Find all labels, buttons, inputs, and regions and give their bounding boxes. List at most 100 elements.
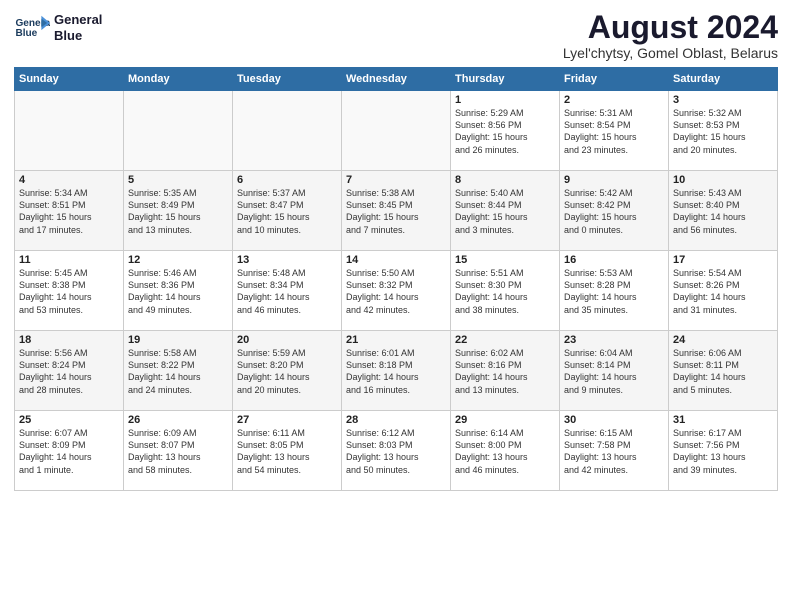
cell-info: Sunrise: 5:56 AM Sunset: 8:24 PM Dayligh…	[19, 347, 119, 396]
day-number: 20	[237, 334, 337, 346]
column-header-wednesday: Wednesday	[342, 68, 451, 91]
day-number: 12	[128, 254, 228, 266]
calendar-cell: 30Sunrise: 6:15 AM Sunset: 7:58 PM Dayli…	[560, 411, 669, 491]
calendar-cell: 9Sunrise: 5:42 AM Sunset: 8:42 PM Daylig…	[560, 171, 669, 251]
calendar-cell: 11Sunrise: 5:45 AM Sunset: 8:38 PM Dayli…	[15, 251, 124, 331]
day-number: 30	[564, 414, 664, 426]
day-number: 21	[346, 334, 446, 346]
day-number: 28	[346, 414, 446, 426]
calendar-table: SundayMondayTuesdayWednesdayThursdayFrid…	[14, 67, 778, 491]
cell-info: Sunrise: 6:02 AM Sunset: 8:16 PM Dayligh…	[455, 347, 555, 396]
cell-info: Sunrise: 6:17 AM Sunset: 7:56 PM Dayligh…	[673, 427, 773, 476]
column-header-saturday: Saturday	[669, 68, 778, 91]
column-header-monday: Monday	[124, 68, 233, 91]
column-header-tuesday: Tuesday	[233, 68, 342, 91]
cell-info: Sunrise: 5:43 AM Sunset: 8:40 PM Dayligh…	[673, 187, 773, 236]
week-row-5: 25Sunrise: 6:07 AM Sunset: 8:09 PM Dayli…	[15, 411, 778, 491]
cell-info: Sunrise: 5:48 AM Sunset: 8:34 PM Dayligh…	[237, 267, 337, 316]
day-number: 13	[237, 254, 337, 266]
cell-info: Sunrise: 6:04 AM Sunset: 8:14 PM Dayligh…	[564, 347, 664, 396]
cell-info: Sunrise: 6:07 AM Sunset: 8:09 PM Dayligh…	[19, 427, 119, 476]
cell-info: Sunrise: 5:53 AM Sunset: 8:28 PM Dayligh…	[564, 267, 664, 316]
cell-info: Sunrise: 5:59 AM Sunset: 8:20 PM Dayligh…	[237, 347, 337, 396]
cell-info: Sunrise: 5:32 AM Sunset: 8:53 PM Dayligh…	[673, 107, 773, 156]
day-number: 29	[455, 414, 555, 426]
cell-info: Sunrise: 5:45 AM Sunset: 8:38 PM Dayligh…	[19, 267, 119, 316]
calendar-cell: 26Sunrise: 6:09 AM Sunset: 8:07 PM Dayli…	[124, 411, 233, 491]
cell-info: Sunrise: 5:58 AM Sunset: 8:22 PM Dayligh…	[128, 347, 228, 396]
calendar-cell: 16Sunrise: 5:53 AM Sunset: 8:28 PM Dayli…	[560, 251, 669, 331]
calendar-cell: 25Sunrise: 6:07 AM Sunset: 8:09 PM Dayli…	[15, 411, 124, 491]
day-number: 1	[455, 94, 555, 106]
calendar-cell: 23Sunrise: 6:04 AM Sunset: 8:14 PM Dayli…	[560, 331, 669, 411]
main-title: August 2024	[563, 10, 778, 45]
week-row-3: 11Sunrise: 5:45 AM Sunset: 8:38 PM Dayli…	[15, 251, 778, 331]
day-number: 2	[564, 94, 664, 106]
calendar-cell: 1Sunrise: 5:29 AM Sunset: 8:56 PM Daylig…	[451, 91, 560, 171]
cell-info: Sunrise: 6:09 AM Sunset: 8:07 PM Dayligh…	[128, 427, 228, 476]
cell-info: Sunrise: 6:14 AM Sunset: 8:00 PM Dayligh…	[455, 427, 555, 476]
calendar-cell	[124, 91, 233, 171]
calendar-cell: 15Sunrise: 5:51 AM Sunset: 8:30 PM Dayli…	[451, 251, 560, 331]
cell-info: Sunrise: 5:46 AM Sunset: 8:36 PM Dayligh…	[128, 267, 228, 316]
cell-info: Sunrise: 5:34 AM Sunset: 8:51 PM Dayligh…	[19, 187, 119, 236]
day-number: 5	[128, 174, 228, 186]
calendar-cell: 7Sunrise: 5:38 AM Sunset: 8:45 PM Daylig…	[342, 171, 451, 251]
cell-info: Sunrise: 6:15 AM Sunset: 7:58 PM Dayligh…	[564, 427, 664, 476]
calendar-cell: 10Sunrise: 5:43 AM Sunset: 8:40 PM Dayli…	[669, 171, 778, 251]
calendar-cell: 17Sunrise: 5:54 AM Sunset: 8:26 PM Dayli…	[669, 251, 778, 331]
calendar-cell: 29Sunrise: 6:14 AM Sunset: 8:00 PM Dayli…	[451, 411, 560, 491]
title-block: August 2024 Lyel'chytsy, Gomel Oblast, B…	[563, 10, 778, 61]
subtitle: Lyel'chytsy, Gomel Oblast, Belarus	[563, 45, 778, 61]
day-number: 11	[19, 254, 119, 266]
calendar-cell: 6Sunrise: 5:37 AM Sunset: 8:47 PM Daylig…	[233, 171, 342, 251]
calendar-cell: 12Sunrise: 5:46 AM Sunset: 8:36 PM Dayli…	[124, 251, 233, 331]
column-header-thursday: Thursday	[451, 68, 560, 91]
cell-info: Sunrise: 5:51 AM Sunset: 8:30 PM Dayligh…	[455, 267, 555, 316]
calendar-cell: 3Sunrise: 5:32 AM Sunset: 8:53 PM Daylig…	[669, 91, 778, 171]
day-number: 19	[128, 334, 228, 346]
day-number: 18	[19, 334, 119, 346]
logo-icon: General Blue	[14, 10, 50, 46]
day-number: 10	[673, 174, 773, 186]
calendar-cell: 27Sunrise: 6:11 AM Sunset: 8:05 PM Dayli…	[233, 411, 342, 491]
column-header-sunday: Sunday	[15, 68, 124, 91]
day-number: 24	[673, 334, 773, 346]
day-number: 15	[455, 254, 555, 266]
cell-info: Sunrise: 6:12 AM Sunset: 8:03 PM Dayligh…	[346, 427, 446, 476]
cell-info: Sunrise: 5:31 AM Sunset: 8:54 PM Dayligh…	[564, 107, 664, 156]
logo-text: General Blue	[54, 12, 102, 43]
calendar-cell: 20Sunrise: 5:59 AM Sunset: 8:20 PM Dayli…	[233, 331, 342, 411]
calendar-cell: 19Sunrise: 5:58 AM Sunset: 8:22 PM Dayli…	[124, 331, 233, 411]
calendar-cell: 31Sunrise: 6:17 AM Sunset: 7:56 PM Dayli…	[669, 411, 778, 491]
calendar-cell: 28Sunrise: 6:12 AM Sunset: 8:03 PM Dayli…	[342, 411, 451, 491]
day-number: 16	[564, 254, 664, 266]
calendar-cell: 5Sunrise: 5:35 AM Sunset: 8:49 PM Daylig…	[124, 171, 233, 251]
cell-info: Sunrise: 5:54 AM Sunset: 8:26 PM Dayligh…	[673, 267, 773, 316]
day-number: 7	[346, 174, 446, 186]
cell-info: Sunrise: 5:35 AM Sunset: 8:49 PM Dayligh…	[128, 187, 228, 236]
cell-info: Sunrise: 5:40 AM Sunset: 8:44 PM Dayligh…	[455, 187, 555, 236]
calendar-cell: 18Sunrise: 5:56 AM Sunset: 8:24 PM Dayli…	[15, 331, 124, 411]
calendar-cell: 13Sunrise: 5:48 AM Sunset: 8:34 PM Dayli…	[233, 251, 342, 331]
calendar-cell: 24Sunrise: 6:06 AM Sunset: 8:11 PM Dayli…	[669, 331, 778, 411]
calendar-cell: 4Sunrise: 5:34 AM Sunset: 8:51 PM Daylig…	[15, 171, 124, 251]
week-row-1: 1Sunrise: 5:29 AM Sunset: 8:56 PM Daylig…	[15, 91, 778, 171]
day-number: 9	[564, 174, 664, 186]
day-number: 23	[564, 334, 664, 346]
day-number: 25	[19, 414, 119, 426]
week-row-4: 18Sunrise: 5:56 AM Sunset: 8:24 PM Dayli…	[15, 331, 778, 411]
day-number: 6	[237, 174, 337, 186]
svg-text:Blue: Blue	[15, 28, 37, 39]
calendar-cell: 2Sunrise: 5:31 AM Sunset: 8:54 PM Daylig…	[560, 91, 669, 171]
day-number: 26	[128, 414, 228, 426]
week-row-2: 4Sunrise: 5:34 AM Sunset: 8:51 PM Daylig…	[15, 171, 778, 251]
logo: General Blue General Blue	[14, 10, 102, 46]
calendar-cell: 8Sunrise: 5:40 AM Sunset: 8:44 PM Daylig…	[451, 171, 560, 251]
cell-info: Sunrise: 5:29 AM Sunset: 8:56 PM Dayligh…	[455, 107, 555, 156]
day-number: 22	[455, 334, 555, 346]
calendar-cell	[342, 91, 451, 171]
day-number: 14	[346, 254, 446, 266]
day-number: 17	[673, 254, 773, 266]
day-number: 4	[19, 174, 119, 186]
